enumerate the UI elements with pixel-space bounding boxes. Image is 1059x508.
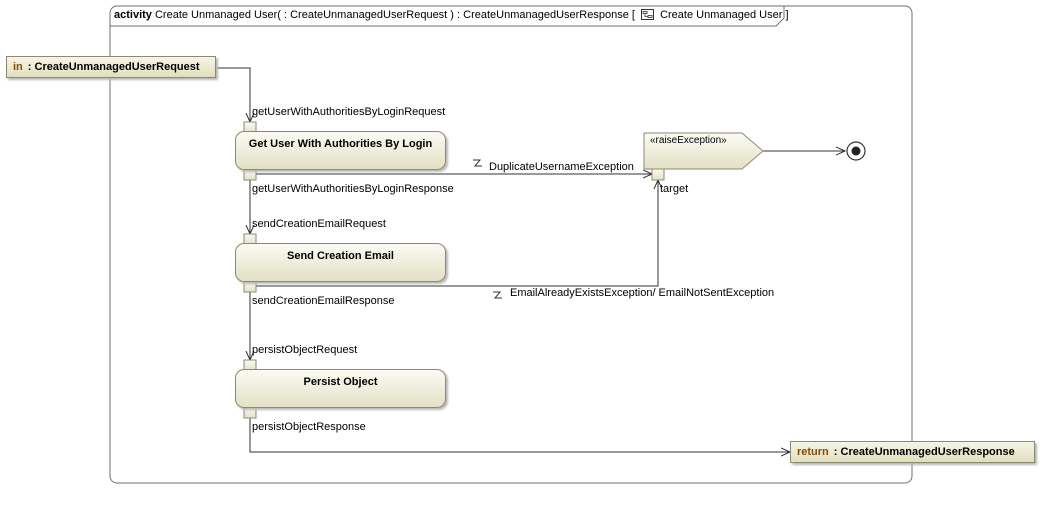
activity-frame (109, 5, 913, 484)
exception-label-email: EmailAlreadyExistsException/ EmailNotSen… (510, 287, 775, 299)
frame-diagram-name: Create Unmanaged User (660, 9, 783, 21)
exception-flow-icon (473, 159, 482, 167)
pin-label-raise-target: target (660, 183, 689, 195)
diagram-link-icon[interactable] (641, 9, 655, 20)
frame-title: activity Create Unmanaged User( : Create… (114, 7, 789, 23)
return-parameter-type: : CreateUnmanagedUserResponse (833, 446, 1015, 458)
action-persist-label: Persist Object (303, 376, 378, 388)
frame-signature: Create Unmanaged User( : CreateUnmanaged… (154, 9, 635, 21)
action-get-user-label: Get User With Authorities By Login (248, 138, 433, 150)
pin-label-persist-in: persistObjectRequest (252, 344, 358, 356)
pin-label-persist-out: persistObjectResponse (252, 421, 366, 433)
frame-keyword: activity (114, 9, 152, 21)
pin-get-user-out[interactable] (243, 168, 257, 181)
pin-label-get-user-in: getUserWithAuthoritiesByLoginRequest (252, 106, 446, 118)
action-get-user-with-authorities[interactable]: Get User With Authorities By Login (235, 131, 446, 170)
raise-exception-stereotype: «raiseException» (650, 135, 727, 146)
return-parameter-node[interactable]: return : CreateUnmanagedUserResponse (790, 441, 1035, 463)
pin-label-send-email-in: sendCreationEmailRequest (252, 218, 386, 230)
pin-raise-target[interactable] (651, 168, 665, 181)
pin-label-get-user-out: getUserWithAuthoritiesByLoginResponse (252, 183, 454, 195)
exception-label-duplicate-username: DuplicateUsernameException (489, 161, 634, 173)
frame-close-bracket: ] (785, 9, 789, 21)
pin-send-email-out[interactable] (243, 280, 257, 293)
input-parameter-direction: in (13, 61, 23, 73)
exception-flow-icon (493, 291, 502, 299)
pin-persist-out[interactable] (243, 406, 257, 419)
input-parameter-type: : CreateUnmanagedUserRequest (27, 61, 200, 73)
action-persist-object[interactable]: Persist Object (235, 369, 446, 408)
pin-label-send-email-out: sendCreationEmailResponse (252, 295, 395, 307)
flow-input-to-get-user (215, 67, 250, 122)
action-send-email-label: Send Creation Email (287, 250, 394, 262)
activity-final-node-dot (851, 146, 861, 156)
input-parameter-node[interactable]: in : CreateUnmanagedUserRequest (6, 56, 216, 78)
action-send-creation-email[interactable]: Send Creation Email (235, 243, 446, 282)
return-parameter-direction: return (797, 446, 829, 458)
